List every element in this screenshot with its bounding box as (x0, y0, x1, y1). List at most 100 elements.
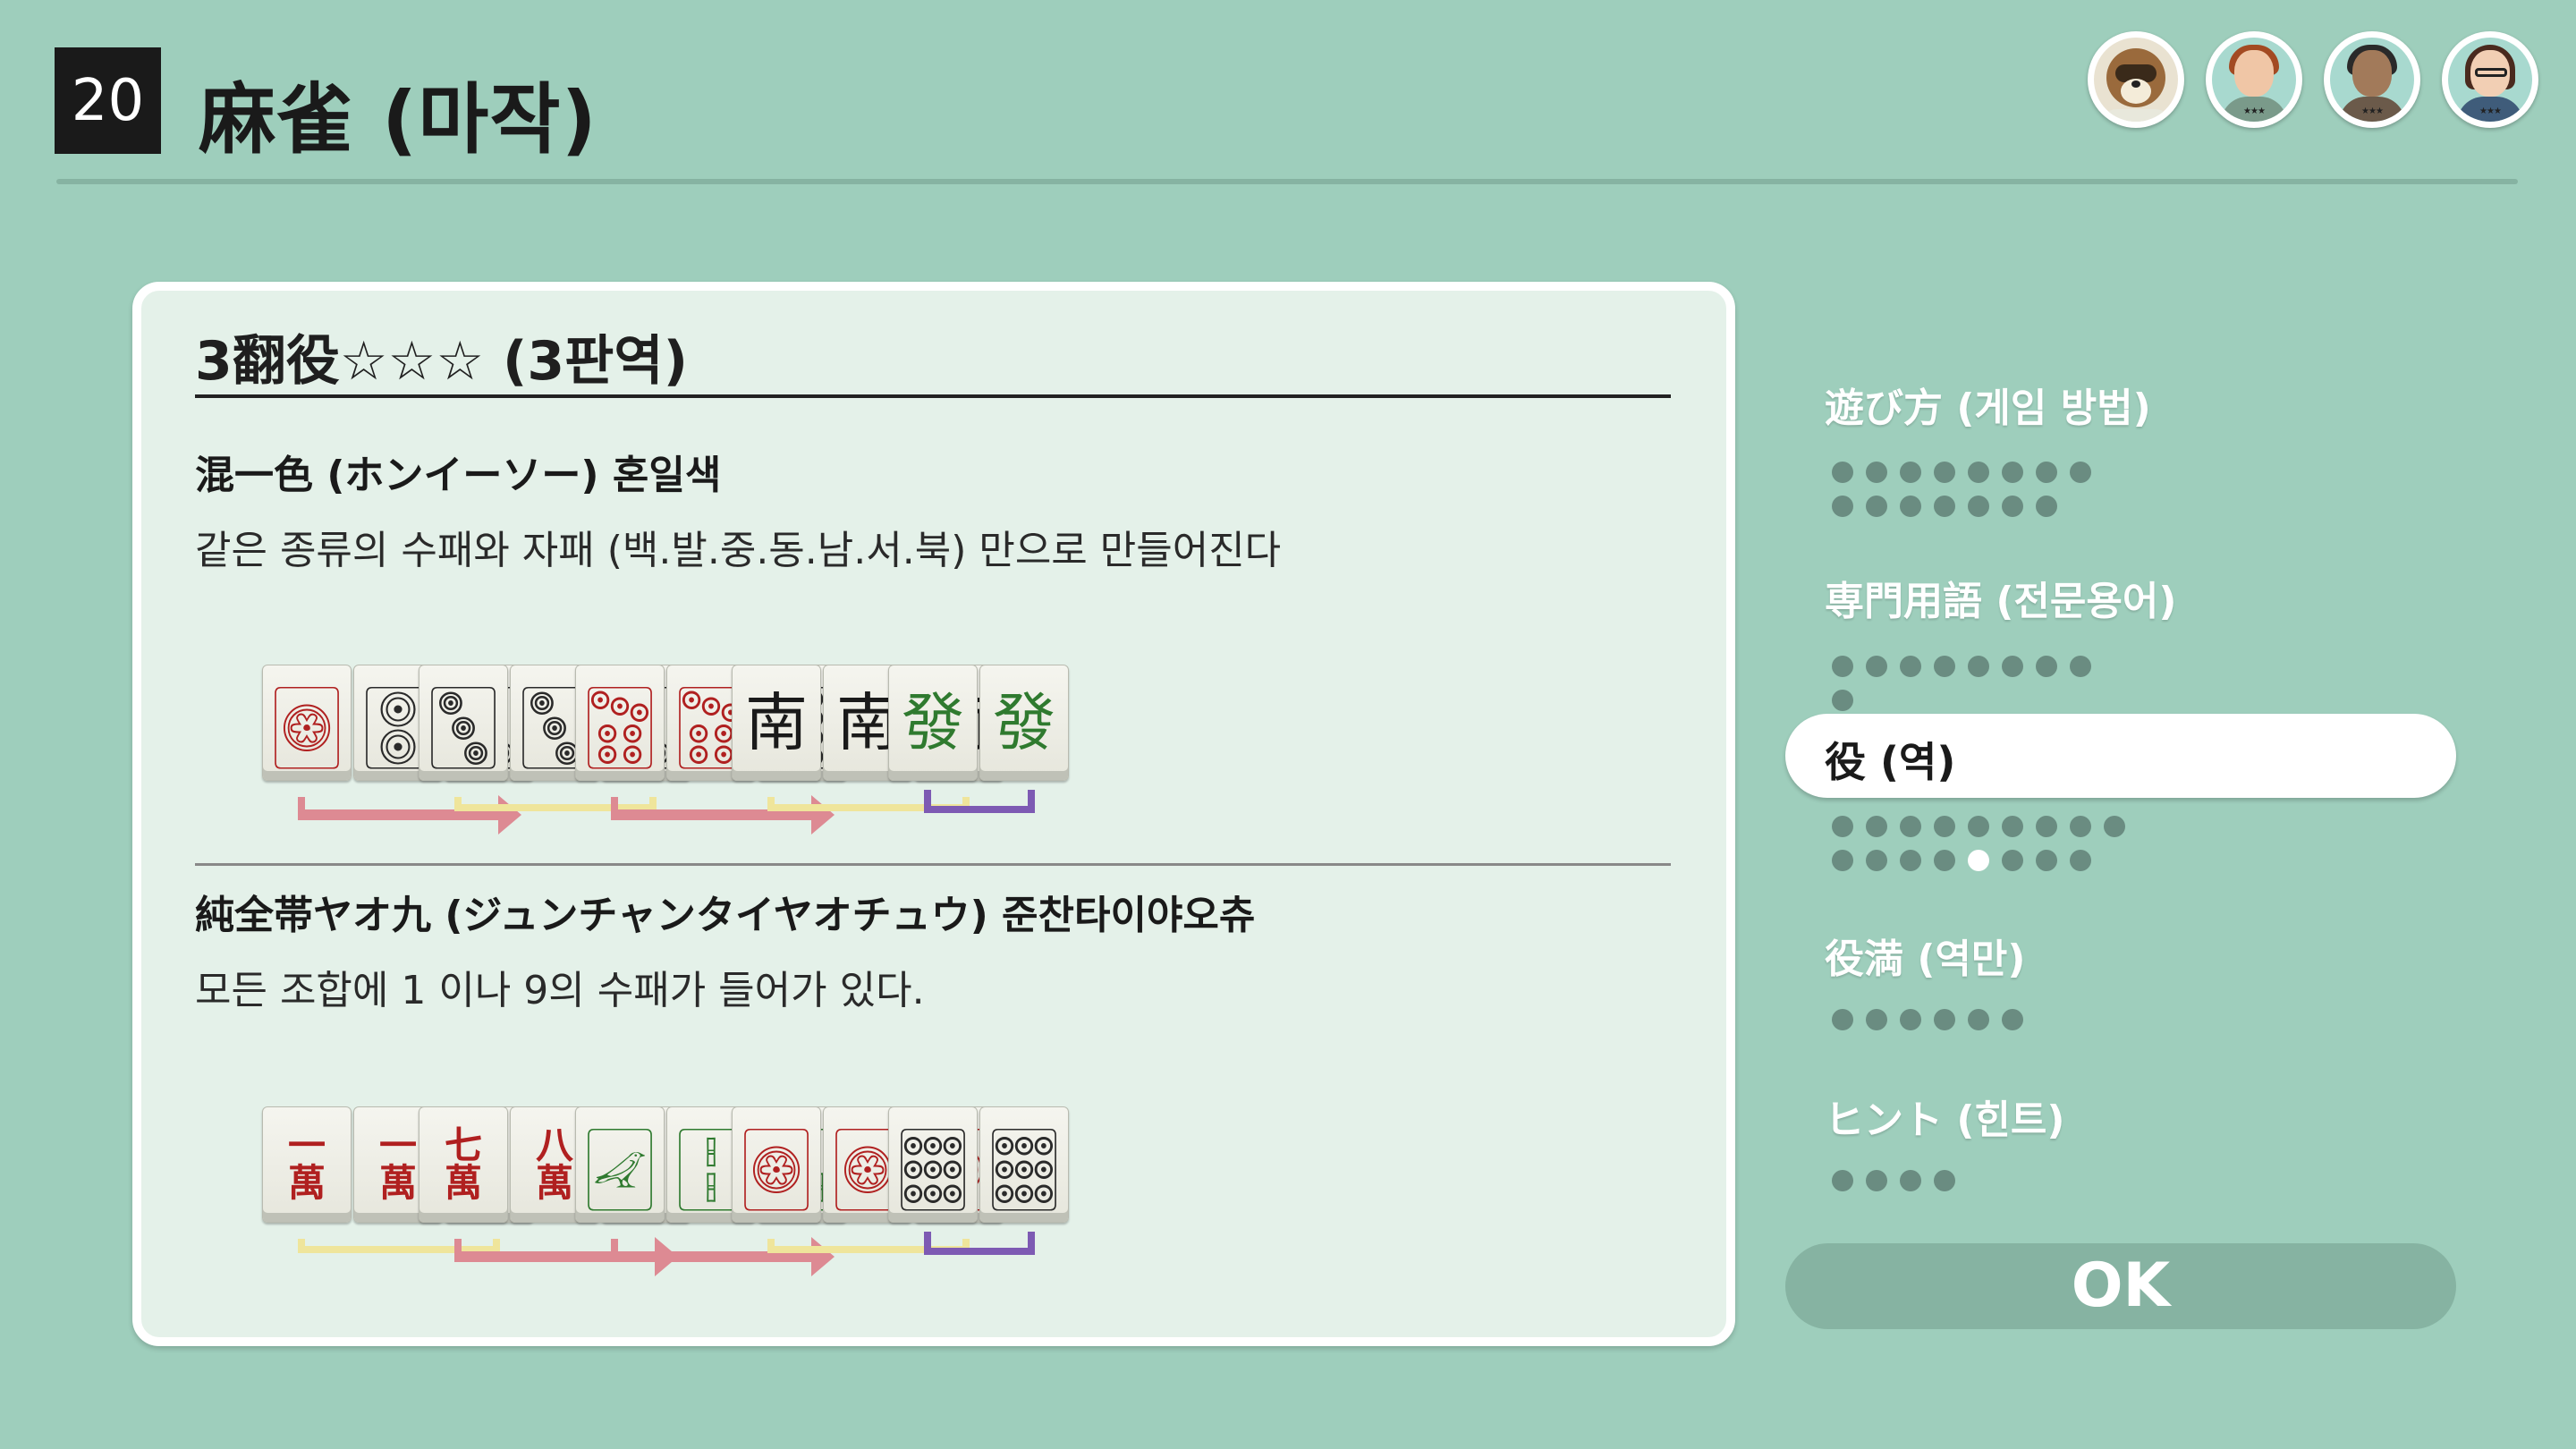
pair-bracket (924, 1232, 1035, 1255)
page-dot[interactable] (1934, 1009, 1955, 1030)
page-dot[interactable] (1968, 816, 1989, 837)
page-dot[interactable] (1832, 1009, 1853, 1030)
menu-item-yaku[interactable]: 役 (역) (1785, 714, 2456, 798)
page-dot[interactable] (1832, 690, 1853, 711)
page-dot[interactable] (2036, 850, 2057, 871)
tile-face: 🀡 (898, 1114, 968, 1215)
page-dot[interactable] (1866, 1170, 1887, 1191)
page-title: 麻雀 (마작) (199, 75, 597, 165)
page-dot[interactable] (2036, 816, 2057, 837)
tile-face: 發 (902, 686, 964, 759)
arrow-tail (611, 797, 618, 820)
page-dot[interactable] (1832, 816, 1853, 837)
page-dot[interactable] (1832, 462, 1853, 483)
pair-bracket (924, 790, 1035, 813)
player-rank-stars: ★★★ (2479, 106, 2502, 116)
arrow-tail (298, 797, 305, 820)
page-dot[interactable] (2002, 462, 2023, 483)
page-dot[interactable] (1866, 850, 1887, 871)
player-avatars: ★★★ ★★★ ★★★ (2088, 31, 2538, 128)
bracket-line (924, 790, 1035, 813)
mahjong-tile: 🀡 (979, 1106, 1069, 1223)
page-dot[interactable] (1900, 496, 1921, 517)
tom-nook-avatar (2088, 31, 2184, 128)
tile-face: 一 萬 (287, 1123, 326, 1205)
tile-face: 🀐 (585, 1114, 655, 1215)
page-dot[interactable] (2002, 850, 2023, 871)
yaku-description-honitsu: 같은 종류의 수패와 자패 (백.발.중.동.남.서.북) 만으로 만들어진다 (195, 528, 1282, 573)
page-dot[interactable] (1968, 1009, 1989, 1030)
page-dot[interactable] (1900, 462, 1921, 483)
page-dot[interactable] (2070, 850, 2091, 871)
page-dot[interactable] (2070, 816, 2091, 837)
arrow-tail (611, 1239, 618, 1262)
page-dot[interactable] (1866, 816, 1887, 837)
page-dot[interactable] (1934, 496, 1955, 517)
page-dot[interactable] (1934, 816, 1955, 837)
page-dot[interactable] (1934, 1170, 1955, 1191)
page-dot[interactable] (1900, 816, 1921, 837)
page-dot[interactable] (1934, 462, 1955, 483)
page-dot[interactable] (1866, 656, 1887, 677)
page-dot[interactable] (2036, 656, 2057, 677)
tile-face: 🀙 (272, 673, 342, 773)
page-dot[interactable] (1934, 850, 1955, 871)
page-dot[interactable] (1968, 496, 1989, 517)
page-dot[interactable] (1866, 1009, 1887, 1030)
mahjong-tile: 一 萬 (262, 1106, 352, 1223)
page-dot[interactable] (2002, 1009, 2023, 1030)
tile-face: 🀡 (989, 1114, 1059, 1215)
tile-face: 一 萬 (378, 1123, 417, 1205)
player-avatar-2: ★★★ (2206, 31, 2302, 128)
page-dot[interactable] (2002, 816, 2023, 837)
tile-example-junchan: 一 萬一 萬一 萬七 萬八 萬九 萬🀐🀑🀒🀙🀙🀙🀡🀡 (141, 1106, 1726, 1312)
arrow-tail (454, 1239, 462, 1262)
menu-item-how-to-play[interactable]: 遊び方 (게임 방법) (1825, 376, 2151, 433)
mahjong-tile: 🀙 (262, 665, 352, 781)
page-dot-current[interactable] (1968, 850, 1989, 871)
rule-card: 3翻役☆☆☆ (3판역) 混一色 (ホンイーソー) 혼일색 같은 종류의 수패와… (132, 282, 1735, 1346)
page-dot[interactable] (1968, 656, 1989, 677)
player-avatar-4: ★★★ (2442, 31, 2538, 128)
tile-face: 八 萬 (535, 1123, 573, 1205)
mahjong-tile: 七 萬 (419, 1106, 508, 1223)
page-dot[interactable] (1866, 496, 1887, 517)
card-title-divider (195, 394, 1671, 398)
player-rank-stars: ★★★ (2361, 106, 2384, 116)
game-number-badge: 20 (55, 47, 161, 154)
page-dots-terminology (1832, 656, 2118, 711)
card-title: 3翻役☆☆☆ (3판역) (195, 330, 688, 393)
page-dot[interactable] (1900, 850, 1921, 871)
page-dot[interactable] (1832, 656, 1853, 677)
page-dot[interactable] (1866, 462, 1887, 483)
mahjong-tile: 🀡 (888, 1106, 978, 1223)
mahjong-tile: 發 (979, 665, 1069, 781)
menu-item-yakuman[interactable]: 役満 (역만) (1825, 927, 2026, 984)
page-dot[interactable] (2104, 816, 2125, 837)
page-dot[interactable] (1934, 656, 1955, 677)
mahjong-tile: 南 (732, 665, 821, 781)
menu-item-hints[interactable]: ヒント (힌트) (1825, 1088, 2065, 1145)
page-dots-yaku (1832, 816, 2127, 871)
page-dot[interactable] (2036, 462, 2057, 483)
page-dots-hints (1832, 1170, 2109, 1191)
ok-button[interactable]: OK (1785, 1243, 2456, 1329)
page-dot[interactable] (2036, 496, 2057, 517)
page-dot[interactable] (1900, 656, 1921, 677)
page-dot[interactable] (2002, 496, 2023, 517)
page-dot[interactable] (1832, 850, 1853, 871)
yaku-name-junchan: 純全帯ヤオ九 (ジュンチャンタイヤオチュウ) 준찬타이야오츄 (195, 893, 1256, 938)
page-dot[interactable] (2070, 462, 2091, 483)
page-dot[interactable] (1900, 1009, 1921, 1030)
header-divider (56, 179, 2518, 184)
page-dot[interactable] (1832, 496, 1853, 517)
page-dot[interactable] (2070, 656, 2091, 677)
page-dot[interactable] (1968, 462, 1989, 483)
tile-face: 🀙 (741, 1114, 811, 1215)
page-dot[interactable] (1832, 1170, 1853, 1191)
page-dot[interactable] (1900, 1170, 1921, 1191)
page-dot[interactable] (2002, 656, 2023, 677)
tile-face: 七 萬 (444, 1123, 482, 1205)
yaku-description-junchan: 모든 조합에 1 이나 9의 수패가 들어가 있다. (195, 968, 925, 1013)
menu-item-terminology[interactable]: 専門用語 (전문용어) (1825, 569, 2176, 626)
